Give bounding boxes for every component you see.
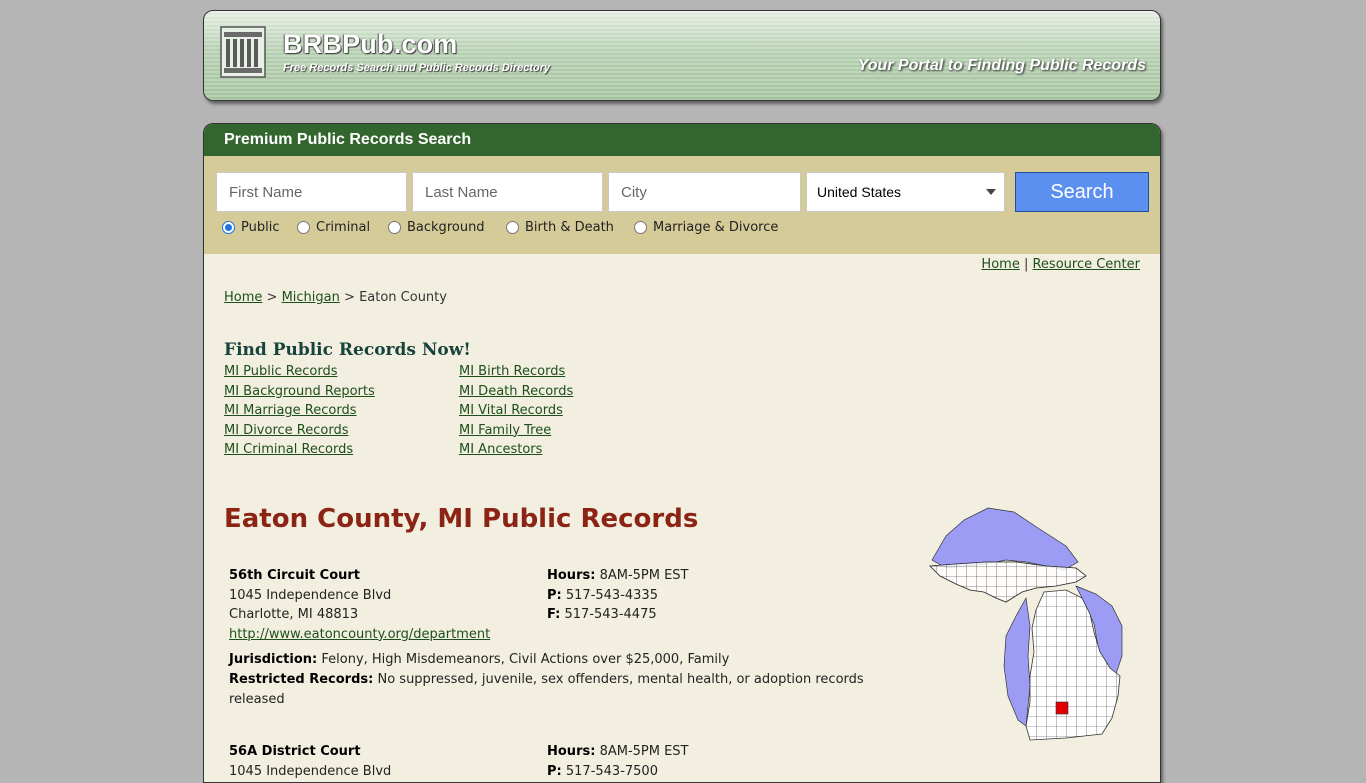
office-contact: Hours: 8AM-5PM EST P: 517-543-4335 F: 51… (547, 566, 689, 625)
eaton-county-highlight (1055, 701, 1069, 715)
record-link[interactable]: MI Criminal Records (224, 442, 353, 457)
resource-center-link[interactable]: Resource Center (1032, 257, 1140, 272)
radio-criminal-label: Criminal (316, 220, 371, 235)
office-website-link[interactable]: http://www.eatoncounty.org/department (229, 627, 490, 642)
record-link[interactable]: MI Birth Records (459, 364, 565, 379)
page-title: Eaton County, MI Public Records (224, 504, 699, 534)
office-hours: 8AM-5PM EST (599, 744, 689, 759)
office-contact: Hours: 8AM-5PM EST P: 517-543-7500 (547, 742, 689, 781)
home-link[interactable]: Home (981, 257, 1019, 272)
records-links-right: MI Birth Records MI Death Records MI Vit… (459, 362, 573, 460)
record-link[interactable]: MI Divorce Records (224, 423, 348, 438)
office-phone: 517-543-4335 (565, 587, 658, 603)
breadcrumb-home-link[interactable]: Home (224, 290, 262, 305)
courthouse-logo-icon[interactable] (220, 26, 266, 78)
breadcrumb: Home > Michigan > Eaton County (224, 290, 447, 305)
breadcrumb-current: Eaton County (359, 290, 447, 305)
phone-label: P: (547, 587, 562, 603)
records-links-left: MI Public Records MI Background Reports … (224, 362, 375, 460)
record-link[interactable]: MI Family Tree (459, 423, 551, 438)
hours-label: Hours: (547, 568, 596, 583)
site-name[interactable]: BRBPub.com (283, 29, 458, 60)
radio-birth-death-label: Birth & Death (525, 220, 614, 235)
record-link[interactable]: MI Public Records (224, 364, 337, 379)
breadcrumb-state-link[interactable]: Michigan (282, 290, 340, 305)
chevron-down-icon (986, 189, 996, 195)
office-entry: 56th Circuit Court 1045 Independence Blv… (229, 566, 879, 709)
radio-public[interactable]: Public (222, 220, 279, 235)
office-jurisdiction: Jurisdiction: Felony, High Misdemeanors,… (229, 650, 879, 709)
last-name-input[interactable] (412, 172, 603, 212)
record-link[interactable]: MI Vital Records (459, 403, 563, 418)
site-slogan: Your Portal to Finding Public Records (857, 57, 1146, 74)
breadcrumb-separator: > (344, 290, 355, 305)
find-records-title: Find Public Records Now! (224, 340, 471, 360)
radio-background[interactable]: Background (388, 220, 485, 235)
jurisdiction-label: Jurisdiction: (229, 652, 318, 668)
radio-birth-death[interactable]: Birth & Death (506, 220, 614, 235)
record-link[interactable]: MI Death Records (459, 384, 573, 399)
office-name: 56A District Court (229, 744, 361, 759)
record-link[interactable]: MI Background Reports (224, 384, 375, 399)
office-name: 56th Circuit Court (229, 568, 361, 583)
radio-criminal-button[interactable] (297, 221, 310, 234)
fax-label: F: (547, 607, 561, 623)
country-select-value: United States (817, 184, 902, 200)
record-link[interactable]: MI Marriage Records (224, 403, 356, 418)
radio-criminal[interactable]: Criminal (297, 220, 370, 235)
office-entry: 56A District Court 1045 Independence Blv… (229, 742, 689, 781)
radio-marriage-divorce[interactable]: Marriage & Divorce (634, 220, 778, 235)
radio-background-button[interactable] (388, 221, 401, 234)
radio-background-label: Background (407, 220, 485, 235)
radio-public-label: Public (241, 220, 280, 235)
office-fax: 517-543-4475 (564, 607, 657, 623)
hours-label: Hours: (547, 744, 596, 759)
top-links: Home | Resource Center (981, 257, 1140, 272)
radio-public-button[interactable] (222, 221, 235, 234)
first-name-input[interactable] (216, 172, 407, 212)
lake-superior (931, 507, 1079, 571)
site-header: BRBPub.com Free Records Search and Publi… (203, 10, 1161, 101)
search-panel: United States Search Public Criminal Bac… (204, 156, 1160, 254)
radio-birth-death-button[interactable] (506, 221, 519, 234)
phone-label: P: (547, 763, 562, 779)
restricted-label: Restricted Records: (229, 671, 374, 687)
breadcrumb-separator: > (266, 290, 278, 305)
city-input[interactable] (608, 172, 801, 212)
record-link[interactable]: MI Ancestors (459, 442, 542, 457)
lake-michigan (1003, 596, 1031, 727)
michigan-county-map (929, 507, 1123, 741)
office-phone: 517-543-7500 (565, 763, 658, 779)
radio-marriage-divorce-button[interactable] (634, 221, 647, 234)
radio-marriage-divorce-label: Marriage & Divorce (653, 220, 779, 235)
main-panel: Premium Public Records Search United Sta… (203, 123, 1161, 783)
site-tagline: Free Records Search and Public Records D… (283, 62, 551, 74)
office-hours: 8AM-5PM EST (599, 568, 689, 583)
office-address: 1045 Independence Blvd (229, 763, 392, 779)
top-links-separator: | (1023, 257, 1029, 272)
search-panel-title: Premium Public Records Search (204, 124, 1160, 156)
search-button[interactable]: Search (1015, 172, 1149, 212)
country-select[interactable]: United States (806, 172, 1005, 212)
jurisdiction-text: Felony, High Misdemeanors, Civil Actions… (321, 652, 730, 668)
